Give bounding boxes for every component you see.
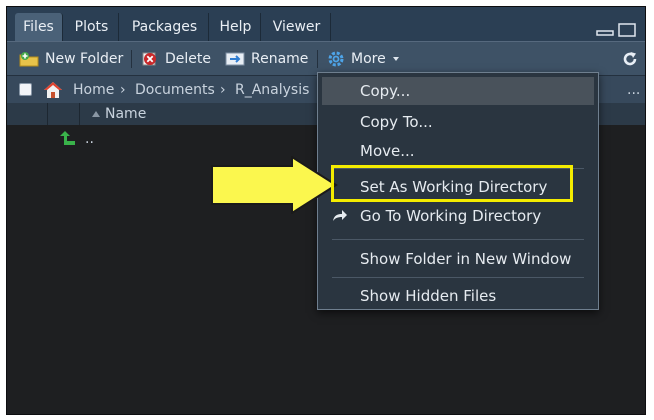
minimize-icon[interactable] [595, 23, 615, 37]
breadcrumb-documents[interactable]: Documents [135, 76, 215, 104]
menu-item-show-folder-new-window[interactable]: Show Folder in New Window [318, 245, 598, 273]
menu-item-copy[interactable]: Copy... [322, 77, 594, 105]
more-button[interactable]: More [327, 42, 400, 76]
breadcrumb-home[interactable]: Home [73, 76, 114, 104]
delete-button[interactable]: Delete [141, 42, 211, 76]
new-folder-label: New Folder [45, 51, 124, 67]
refresh-icon[interactable] [621, 50, 639, 68]
delete-label: Delete [165, 51, 211, 67]
menu-divider [332, 277, 584, 278]
tab-files[interactable]: Files [15, 13, 63, 41]
new-folder-button[interactable]: New Folder [19, 42, 123, 76]
menu-divider [332, 239, 584, 240]
menu-item-show-hidden-files[interactable]: Show Hidden Files [318, 282, 598, 310]
column-divider [47, 103, 48, 125]
home-icon[interactable] [43, 81, 63, 99]
callout-arrow-icon [211, 156, 338, 214]
rename-label: Rename [251, 51, 309, 67]
breadcrumb-r-analysis[interactable]: R_Analysis [235, 76, 309, 104]
menu-item-move[interactable]: Move... [318, 137, 598, 165]
sort-ascending-icon [92, 111, 100, 117]
column-divider [79, 103, 80, 125]
tab-bar: Files Plots Packages Help Viewer [7, 7, 645, 41]
parent-directory-link[interactable]: .. [85, 127, 94, 151]
up-arrow-icon[interactable] [59, 130, 77, 146]
delete-icon [142, 52, 156, 66]
more-label: More [351, 51, 386, 67]
toolbar-divider [317, 50, 318, 68]
new-folder-icon [19, 52, 39, 67]
tab-help[interactable]: Help [211, 13, 261, 41]
toolbar-divider [131, 50, 132, 68]
rename-icon [225, 52, 245, 66]
chevron-down-icon [392, 57, 399, 61]
breadcrumb-separator-icon: › [120, 82, 126, 98]
breadcrumb-separator-icon: › [220, 82, 226, 98]
files-toolbar: New Folder Delete Rename More [7, 41, 645, 75]
highlight-box [331, 165, 573, 202]
breadcrumb-overflow[interactable]: ... [627, 76, 640, 104]
menu-item-copy-to[interactable]: Copy To... [318, 108, 598, 136]
tab-viewer[interactable]: Viewer [263, 13, 331, 41]
menu-item-go-to-working-directory[interactable]: Go To Working Directory [318, 202, 598, 230]
tab-packages[interactable]: Packages [121, 13, 209, 41]
name-column-header[interactable]: Name [105, 103, 146, 125]
gear-icon [328, 51, 344, 67]
select-all-checkbox[interactable] [19, 83, 32, 96]
tab-plots[interactable]: Plots [65, 13, 119, 41]
rename-button[interactable]: Rename [225, 42, 308, 76]
maximize-icon[interactable] [617, 23, 637, 37]
